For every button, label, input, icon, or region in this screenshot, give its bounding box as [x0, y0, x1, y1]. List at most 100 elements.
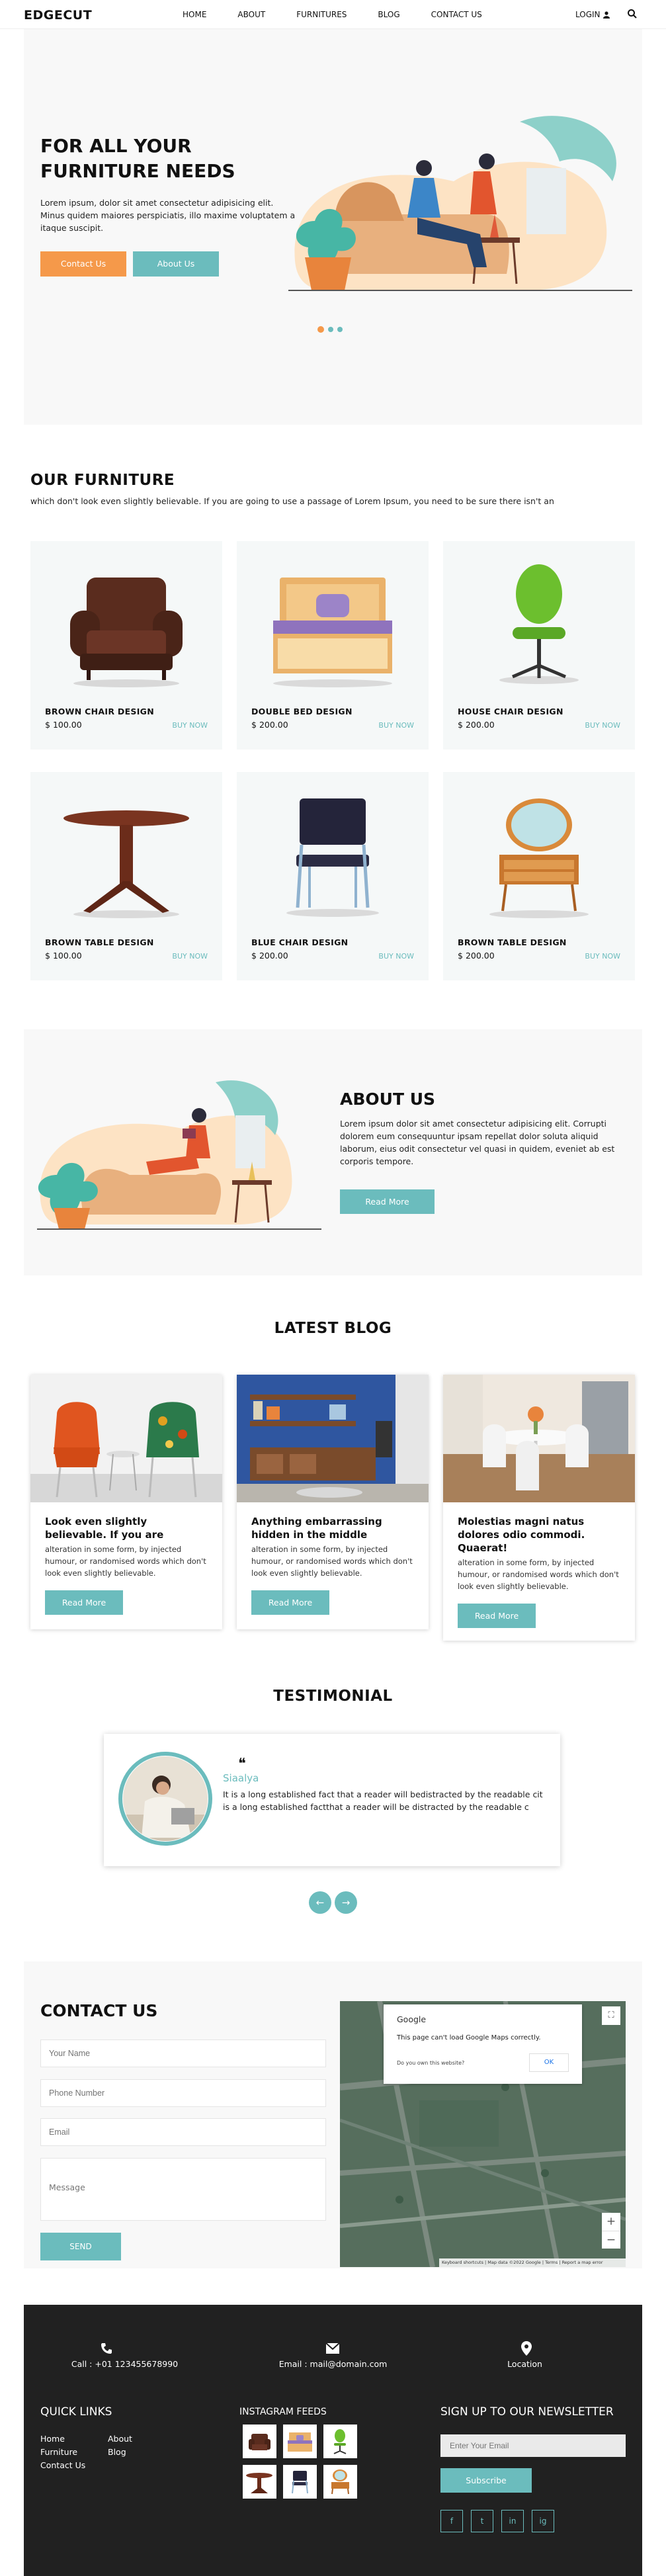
contact-name-input[interactable]: [40, 2039, 326, 2067]
buy-now-link[interactable]: BUY NOW: [585, 952, 620, 961]
instagram-thumb[interactable]: [243, 2465, 276, 2499]
product-name: HOUSE CHAIR DESIGN: [458, 707, 563, 716]
footer-call[interactable]: Call : +01 123455678990: [24, 2359, 226, 2369]
house-chair-image: [499, 564, 579, 684]
product-name: BROWN CHAIR DESIGN: [45, 707, 155, 716]
slider-dot-2[interactable]: [328, 327, 333, 332]
nav-home[interactable]: HOME: [183, 10, 206, 19]
instagram-title: INSTAGRAM FEEDS: [239, 2407, 327, 2417]
site-header: EDGECUT HOME ABOUT FURNITURES BLOG CONTA…: [0, 0, 666, 29]
buy-now-link[interactable]: BUY NOW: [585, 721, 620, 730]
brown-table-image: [63, 810, 189, 918]
site-logo[interactable]: EDGECUT: [24, 8, 92, 22]
login-label: LOGIN: [575, 10, 601, 19]
product-name: BROWN TABLE DESIGN: [458, 937, 567, 947]
blog-card[interactable]: Anything embarrassing hidden in the midd…: [237, 1375, 429, 1629]
quick-links-col1: Home Furniture Contact Us: [40, 2432, 85, 2472]
product-price: $ 200.00: [458, 720, 495, 730]
nav-furnitures[interactable]: FURNITURES: [296, 10, 347, 19]
brown-chair-image: [70, 578, 183, 687]
blog-card[interactable]: Look even slightly believable. If you ar…: [30, 1375, 222, 1629]
buy-now-link[interactable]: BUY NOW: [172, 952, 208, 961]
twitter-icon[interactable]: t: [471, 2510, 493, 2532]
hero-section: FOR ALL YOUR FURNITURE NEEDS Lorem ipsum…: [24, 29, 642, 425]
blog-card[interactable]: Molestias magni natus dolores odio commo…: [443, 1375, 635, 1641]
about-section: ABOUT US Lorem ipsum dolor sit amet cons…: [24, 1029, 642, 1275]
contact-phone-input[interactable]: [40, 2079, 326, 2107]
about-read-more-button[interactable]: Read More: [340, 1189, 435, 1214]
slider-dot-1[interactable]: [317, 326, 324, 333]
blog-post-excerpt: alteration in some form, by injected hum…: [45, 1545, 206, 1578]
footer-link-home[interactable]: Home: [40, 2432, 85, 2446]
footer-location[interactable]: Location: [440, 2359, 609, 2369]
testimonial-text: It is a long established fact that a rea…: [223, 1789, 543, 1812]
hero-text: Lorem ipsum, dolor sit amet consectetur …: [40, 198, 296, 233]
map-ok-button[interactable]: OK: [529, 2053, 569, 2072]
map-embed[interactable]: Google This page can't load Google Maps …: [340, 2001, 626, 2267]
product-card[interactable]: BROWN TABLE DESIGN $ 100.00 BUY NOW: [30, 772, 222, 980]
footer-link-contact[interactable]: Contact Us: [40, 2459, 85, 2472]
furniture-section-title: OUR FURNITURE: [30, 472, 175, 489]
map-zoom-in-button[interactable]: +: [602, 2213, 620, 2231]
map-zoom-out-button[interactable]: −: [602, 2231, 620, 2249]
buy-now-link[interactable]: BUY NOW: [172, 721, 208, 730]
subscribe-button[interactable]: Subscribe: [440, 2468, 532, 2493]
blog-section-title: LATEST BLOG: [274, 1320, 392, 1337]
product-card[interactable]: BLUE CHAIR DESIGN $ 200.00 BUY NOW: [237, 772, 429, 980]
blog-post-title[interactable]: Look even slightly believable. If you ar…: [45, 1515, 210, 1541]
footer-link-about[interactable]: About: [108, 2432, 132, 2446]
newsletter-email-input[interactable]: [440, 2434, 626, 2457]
contact-us-button[interactable]: Contact Us: [40, 251, 126, 277]
map-attribution: Keyboard shortcuts | Map data ©2022 Goog…: [439, 2258, 626, 2267]
instagram-thumb[interactable]: [323, 2465, 357, 2499]
map-zoom-controls: + −: [602, 2213, 620, 2249]
login-link[interactable]: LOGIN: [575, 10, 610, 19]
footer-link-furniture[interactable]: Furniture: [40, 2446, 85, 2459]
contact-title: CONTACT US: [40, 2001, 158, 2020]
footer-link-blog[interactable]: Blog: [108, 2446, 132, 2459]
about-text: Lorem ipsum dolor sit amet consectetur a…: [340, 1119, 615, 1166]
product-card[interactable]: HOUSE CHAIR DESIGN $ 200.00 BUY NOW: [443, 541, 635, 750]
testimonial-avatar: [118, 1752, 212, 1846]
blog-read-more-button[interactable]: Read More: [45, 1590, 123, 1615]
facebook-icon[interactable]: f: [440, 2510, 463, 2532]
instagram-thumb[interactable]: [243, 2425, 276, 2458]
footer-email[interactable]: Email : mail@domain.com: [229, 2359, 437, 2369]
linkedin-icon[interactable]: in: [501, 2510, 524, 2532]
blog-read-more-button[interactable]: Read More: [251, 1590, 329, 1615]
contact-send-button[interactable]: SEND: [40, 2233, 121, 2260]
instagram-thumb[interactable]: [283, 2465, 317, 2499]
blog-image: [237, 1375, 429, 1502]
blog-image: [443, 1375, 635, 1502]
hero-title: FOR ALL YOUR FURNITURE NEEDS: [40, 135, 235, 182]
slider-dot-3[interactable]: [337, 327, 343, 332]
blog-post-title[interactable]: Anything embarrassing hidden in the midd…: [251, 1515, 417, 1541]
instagram-thumb[interactable]: [323, 2425, 357, 2458]
instagram-icon[interactable]: ig: [532, 2510, 554, 2532]
nav-contact[interactable]: CONTACT US: [431, 10, 482, 19]
product-price: $ 200.00: [251, 720, 288, 730]
blog-image: [30, 1375, 222, 1502]
map-own-site-text: Do you own this website?: [397, 2060, 465, 2066]
quick-links-title: QUICK LINKS: [40, 2405, 112, 2419]
instagram-thumb[interactable]: [283, 2425, 317, 2458]
nav-blog[interactable]: BLOG: [378, 10, 399, 19]
buy-now-link[interactable]: BUY NOW: [378, 952, 414, 961]
blog-read-more-button[interactable]: Read More: [458, 1604, 536, 1628]
product-name: BLUE CHAIR DESIGN: [251, 937, 349, 947]
contact-email-input[interactable]: [40, 2118, 326, 2146]
phone-icon: [101, 2343, 112, 2354]
map-fullscreen-button[interactable]: ⛶: [602, 2006, 620, 2025]
buy-now-link[interactable]: BUY NOW: [378, 721, 414, 730]
testimonial-next-button[interactable]: →: [335, 1891, 357, 1914]
search-icon[interactable]: [627, 9, 638, 19]
nav-about[interactable]: ABOUT: [237, 10, 265, 19]
product-card[interactable]: BROWN TABLE DESIGN $ 200.00 BUY NOW: [443, 772, 635, 980]
testimonial-prev-button[interactable]: ←: [309, 1891, 331, 1914]
blog-post-title[interactable]: Molestias magni natus dolores odio commo…: [458, 1515, 623, 1555]
product-card[interactable]: DOUBLE BED DESIGN $ 200.00 BUY NOW: [237, 541, 429, 750]
about-us-button[interactable]: About Us: [133, 251, 219, 277]
contact-message-input[interactable]: [40, 2158, 326, 2221]
product-card[interactable]: BROWN CHAIR DESIGN $ 100.00 BUY NOW: [30, 541, 222, 750]
testimonial-section-title: TESTIMONIAL: [273, 1688, 393, 1705]
